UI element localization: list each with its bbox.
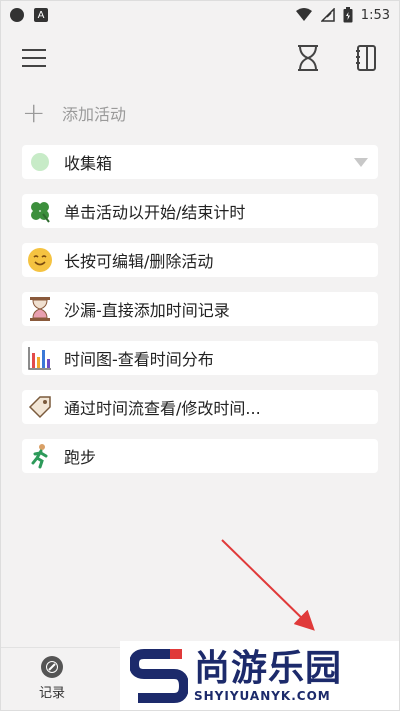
record-icon	[41, 656, 63, 678]
watermark-logo: 尚游乐园 SHYIYUANYK.COM	[120, 641, 400, 711]
watermark-en: SHYIYUANYK.COM	[194, 689, 331, 703]
annotation-arrow	[221, 539, 315, 631]
nav-record-label: 记录	[38, 686, 65, 701]
nav-record-tab[interactable]: 记录	[22, 656, 82, 708]
watermark-s-logo	[130, 649, 188, 703]
watermark-cn: 尚游乐园	[194, 648, 343, 689]
